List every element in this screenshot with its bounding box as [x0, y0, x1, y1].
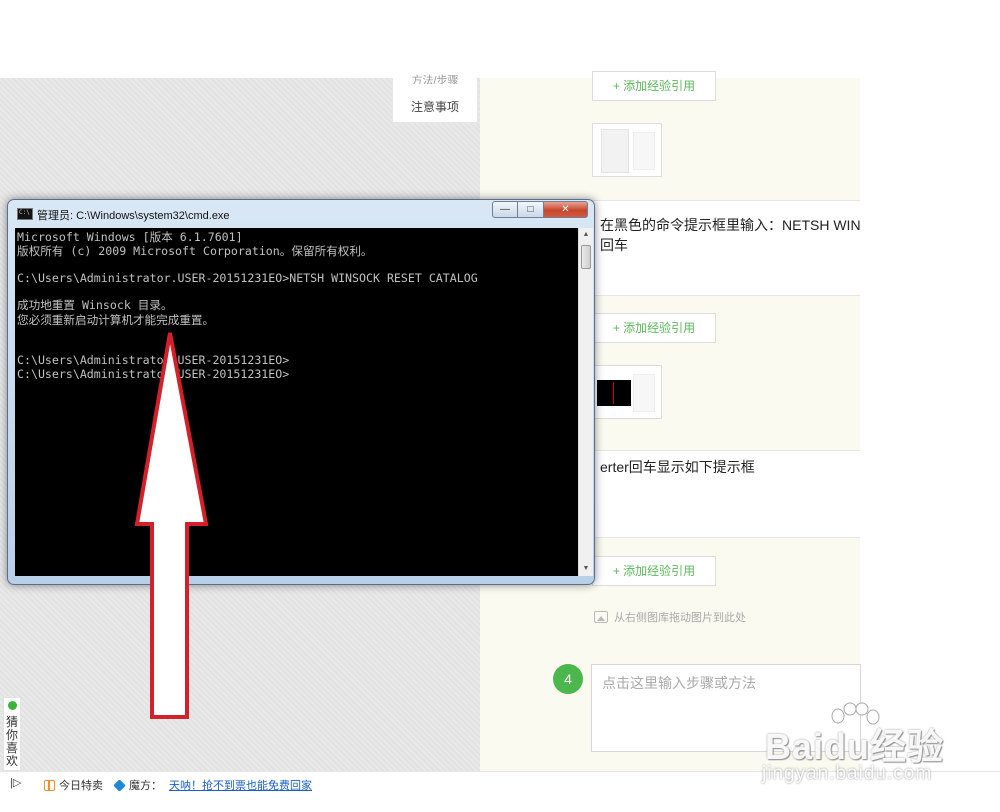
cmd-console[interactable]: Microsoft Windows [版本 6.1.7601] 版权所有 (c)… [15, 228, 578, 576]
add-reference-button[interactable]: + 添加经验引用 [592, 313, 716, 343]
cmd-scrollbar[interactable]: ▲ ▼ [578, 228, 593, 576]
scroll-up-icon[interactable]: ▲ [579, 228, 593, 242]
step-text: 回车 [600, 237, 628, 253]
status-dot [8, 701, 17, 710]
cmd-window-title: 管理员: C:\Windows\system32\cmd.exe [37, 210, 230, 222]
cmd-titlebar[interactable]: 管理员: C:\Windows\system32\cmd.exe — □ ✕ [8, 200, 594, 228]
console-line: C:\Users\Administrator.USER-20151231EO> [17, 353, 290, 367]
scroll-thumb[interactable] [581, 245, 591, 269]
gift-icon [44, 779, 55, 791]
cmd-app-icon [17, 208, 33, 220]
today-sale-link[interactable]: 今日特卖 [44, 777, 103, 793]
add-reference-button[interactable]: + 添加经验引用 [592, 556, 716, 586]
mofang-item[interactable]: 魔方： [113, 777, 162, 793]
step-text-box[interactable]: erter回车显示如下提示框 [590, 450, 860, 538]
cube-icon [113, 778, 126, 792]
drag-hint-text: 从右侧图库拖动图片到此处 [614, 612, 746, 624]
add-reference-button[interactable]: + 添加经验引用 [592, 71, 716, 101]
nav-item-steps[interactable]: 方法/步骤 [393, 72, 477, 84]
collapse-toggle-icon[interactable]: |▷ [10, 776, 21, 789]
console-line: 版权所有 (c) 2009 Microsoft Corporation。保留所有… [17, 244, 373, 258]
console-line: C:\Users\Administrator.USER-20151231EO>N… [17, 271, 478, 285]
cmd-window[interactable]: 管理员: C:\Windows\system32\cmd.exe — □ ✕ M… [7, 199, 595, 585]
scroll-down-icon[interactable]: ▼ [579, 562, 593, 576]
step-image-thumbnail[interactable] [592, 365, 662, 419]
nav-item-notes[interactable]: 注意事项 [393, 98, 477, 115]
side-nav: 方法/步骤 注意事项 [392, 75, 478, 123]
watermark-url: jingyan.baidu.com [762, 763, 933, 784]
console-line: C:\Users\Administrator.USER-20151231EO> [17, 367, 290, 381]
step-text: 在黑色的命令提示框里输入：NETSH WIN [600, 217, 861, 233]
today-sale-label: 今日特卖 [59, 780, 103, 792]
step-number-badge: 4 [553, 664, 583, 694]
mofang-label: 魔方： [129, 780, 162, 792]
step-text-box[interactable]: 在黑色的命令提示框里输入：NETSH WIN 回车 [590, 200, 861, 296]
minimize-button[interactable]: — [492, 201, 518, 218]
step-image-thumbnail[interactable] [592, 123, 662, 177]
console-line: 您必须重新启动计算机才能完成重置。 [17, 313, 215, 327]
guess-you-like-tab[interactable]: 猜你喜欢 [3, 697, 21, 771]
guess-you-like-label: 猜你喜欢 [6, 715, 19, 768]
promo-link[interactable]: 天呐！抢不到票也能免费回家 [169, 777, 312, 793]
drag-image-hint: 从右侧图库拖动图片到此处 [594, 609, 746, 625]
console-line: 成功地重置 Winsock 目录。 [17, 298, 173, 312]
console-line: Microsoft Windows [版本 6.1.7601] [17, 230, 243, 244]
close-button[interactable]: ✕ [544, 201, 588, 218]
image-icon [594, 611, 608, 623]
step-text: erter回车显示如下提示框 [600, 459, 755, 475]
maximize-button[interactable]: □ [518, 201, 544, 218]
